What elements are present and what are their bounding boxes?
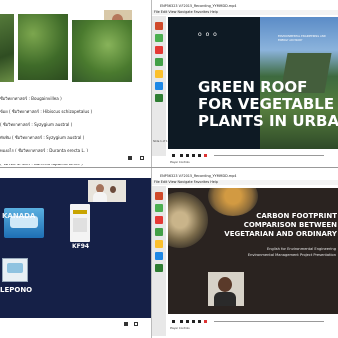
bottom-left-window: KANADA KF94 LEPONO [0, 168, 151, 338]
app-icon[interactable] [155, 82, 163, 90]
vertical-taskbar [152, 186, 166, 336]
list-item: ข้อย ( ชื่อวิทยาศาสตร์ : Hibiscus schizo… [0, 109, 93, 114]
app-icon[interactable] [155, 252, 163, 260]
seek-bar[interactable] [214, 321, 324, 322]
pause-icon[interactable] [186, 154, 189, 157]
list-item: ชื่อวิทยาศาสตร์ : Bougainvillea ) [0, 96, 62, 101]
window-title: ENP56323 V.F2015_Recording_YYMMDD.mp4 [152, 172, 338, 180]
app-icon[interactable] [155, 46, 163, 54]
horizontal-divider [0, 167, 338, 168]
slide-title: GREEN ROOF FOR VEGETABLE PLANTS IN URBAN [198, 78, 338, 130]
plant-photo-1 [0, 14, 14, 82]
bottom-control-bar [0, 152, 151, 164]
label-kanada: KANADA [2, 212, 36, 220]
menu-bar[interactable]: File Edit View Navigate Favorites Help [152, 10, 338, 15]
slide-green-roof: o o o ENVIRONMENTAL ENGINEERING AND ENER… [168, 17, 338, 149]
player-controls [168, 152, 338, 159]
webcam-thumbnail [208, 272, 244, 306]
play-icon[interactable] [172, 154, 175, 157]
plant-photo-3 [72, 20, 132, 82]
slide-subtitle: English for Environmental Engineering En… [247, 247, 336, 257]
bottom-control-bar [0, 318, 151, 338]
menu-bar[interactable]: File Edit View Navigate Favorites Help [152, 180, 338, 185]
forward-icon[interactable] [192, 320, 195, 323]
slide-dots: o o o [198, 31, 218, 38]
fullscreen-icon[interactable] [140, 156, 144, 160]
label-kf94: KF94 [72, 243, 90, 250]
app-icon[interactable] [155, 34, 163, 42]
player-label: Player Controls [170, 327, 190, 330]
app-icon[interactable] [155, 264, 163, 272]
top-right-window: ENP56323 V.F2015_Recording_YYMMDD.mp4 Fi… [151, 0, 338, 168]
mask-box-kf94 [70, 204, 90, 242]
slide-subtitle: ENVIRONMENTAL ENGINEERING AND ENERGY ADV… [278, 35, 326, 42]
record-icon[interactable] [204, 154, 207, 157]
top-left-window: ชื่อวิทยาศาสตร์ : Bougainvillea ) ข้อย (… [0, 0, 151, 168]
pause-icon[interactable] [186, 320, 189, 323]
app-icon[interactable] [155, 228, 163, 236]
food-plate-left [168, 192, 208, 248]
player-label: Player Controls [170, 161, 190, 164]
plant-photo-2 [18, 14, 68, 80]
stop-icon[interactable] [198, 320, 201, 323]
forward-icon[interactable] [192, 154, 195, 157]
record-icon[interactable] [204, 320, 207, 323]
app-icon[interactable] [155, 192, 163, 200]
app-icon[interactable] [155, 204, 163, 212]
fullscreen-icon[interactable] [134, 322, 138, 326]
window-title: ENP56323 V.F2015_Recording_YYMMDD.mp4 [152, 2, 338, 10]
mask-box-lepono [2, 258, 28, 282]
seek-bar[interactable] [214, 155, 324, 156]
app-icon[interactable] [155, 58, 163, 66]
player-controls [168, 318, 338, 325]
app-icon[interactable] [155, 216, 163, 224]
rewind-icon[interactable] [180, 154, 183, 157]
list-item: ทับทิม ( ชื่อวิทยาศาสตร์ : Syzygium aust… [0, 135, 85, 140]
speaker-icon[interactable] [124, 322, 128, 326]
app-icon[interactable] [155, 22, 163, 30]
stop-icon[interactable] [198, 154, 201, 157]
vertical-taskbar [152, 16, 166, 156]
play-icon[interactable] [172, 320, 175, 323]
side-label: Slide 1 of 1 [153, 140, 168, 143]
bottom-right-window: ENP56323 V.F2015_Recording_YYMMDD.mp4 Fi… [151, 168, 338, 338]
top-white-strip [0, 168, 151, 178]
speaker-icon[interactable] [128, 156, 132, 160]
app-icon[interactable] [155, 94, 163, 102]
app-icon[interactable] [155, 240, 163, 248]
slide-carbon-footprint: CARBON FOOTPRINT COMPARISON BETWEEN VEGE… [168, 188, 338, 314]
rewind-icon[interactable] [180, 320, 183, 323]
slide-title: CARBON FOOTPRINT COMPARISON BETWEEN VEGE… [224, 212, 337, 238]
app-icon[interactable] [155, 70, 163, 78]
label-lepono: LEPONO [0, 286, 33, 294]
list-item: ( ชื่อวิทยาศาสตร์ : Syzygium austral ) [0, 122, 73, 127]
webcam-thumbnail [88, 180, 126, 202]
